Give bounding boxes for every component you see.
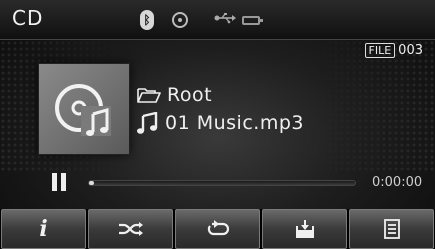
info-button[interactable]: i	[1, 209, 86, 249]
battery-icon	[242, 15, 263, 25]
file-badge: FILE 003	[364, 43, 423, 58]
folder-icon	[137, 88, 161, 103]
pause-icon	[52, 173, 57, 191]
list-button[interactable]	[349, 209, 434, 249]
save-button[interactable]	[262, 209, 347, 249]
music-note-icon	[137, 112, 158, 134]
speaker-texture-right	[315, 40, 435, 172]
status-bar: CD ᛒ	[0, 0, 435, 40]
folder-row: Root	[137, 84, 212, 106]
album-art	[38, 63, 130, 155]
status-icons: ᛒ	[140, 9, 263, 31]
repeat-icon	[207, 220, 229, 236]
save-icon	[295, 220, 314, 238]
cd-player-screen: CD ᛒ FILE 003 Root 01 Music.mp3 0:00:00 …	[0, 0, 435, 249]
shuffle-button[interactable]	[88, 209, 173, 249]
track-name: 01 Music.mp3	[165, 112, 304, 134]
file-number: 003	[398, 43, 423, 58]
progress-bar[interactable]	[88, 180, 356, 186]
progress-fill	[89, 181, 94, 185]
elapsed-time: 0:00:00	[372, 175, 423, 190]
disc-icon	[172, 12, 188, 28]
info-icon: i	[39, 216, 48, 242]
track-row: 01 Music.mp3	[137, 112, 304, 134]
file-label: FILE	[364, 43, 396, 58]
bluetooth-icon: ᛒ	[140, 10, 154, 30]
repeat-button[interactable]	[175, 209, 260, 249]
shuffle-icon	[118, 222, 143, 236]
pause-button[interactable]	[52, 173, 66, 191]
music-disc-icon	[55, 84, 111, 136]
softkey-bar: i	[0, 209, 435, 249]
mode-title: CD	[12, 6, 44, 30]
usb-icon	[214, 12, 236, 28]
folder-name: Root	[167, 84, 213, 106]
list-icon	[383, 219, 400, 239]
